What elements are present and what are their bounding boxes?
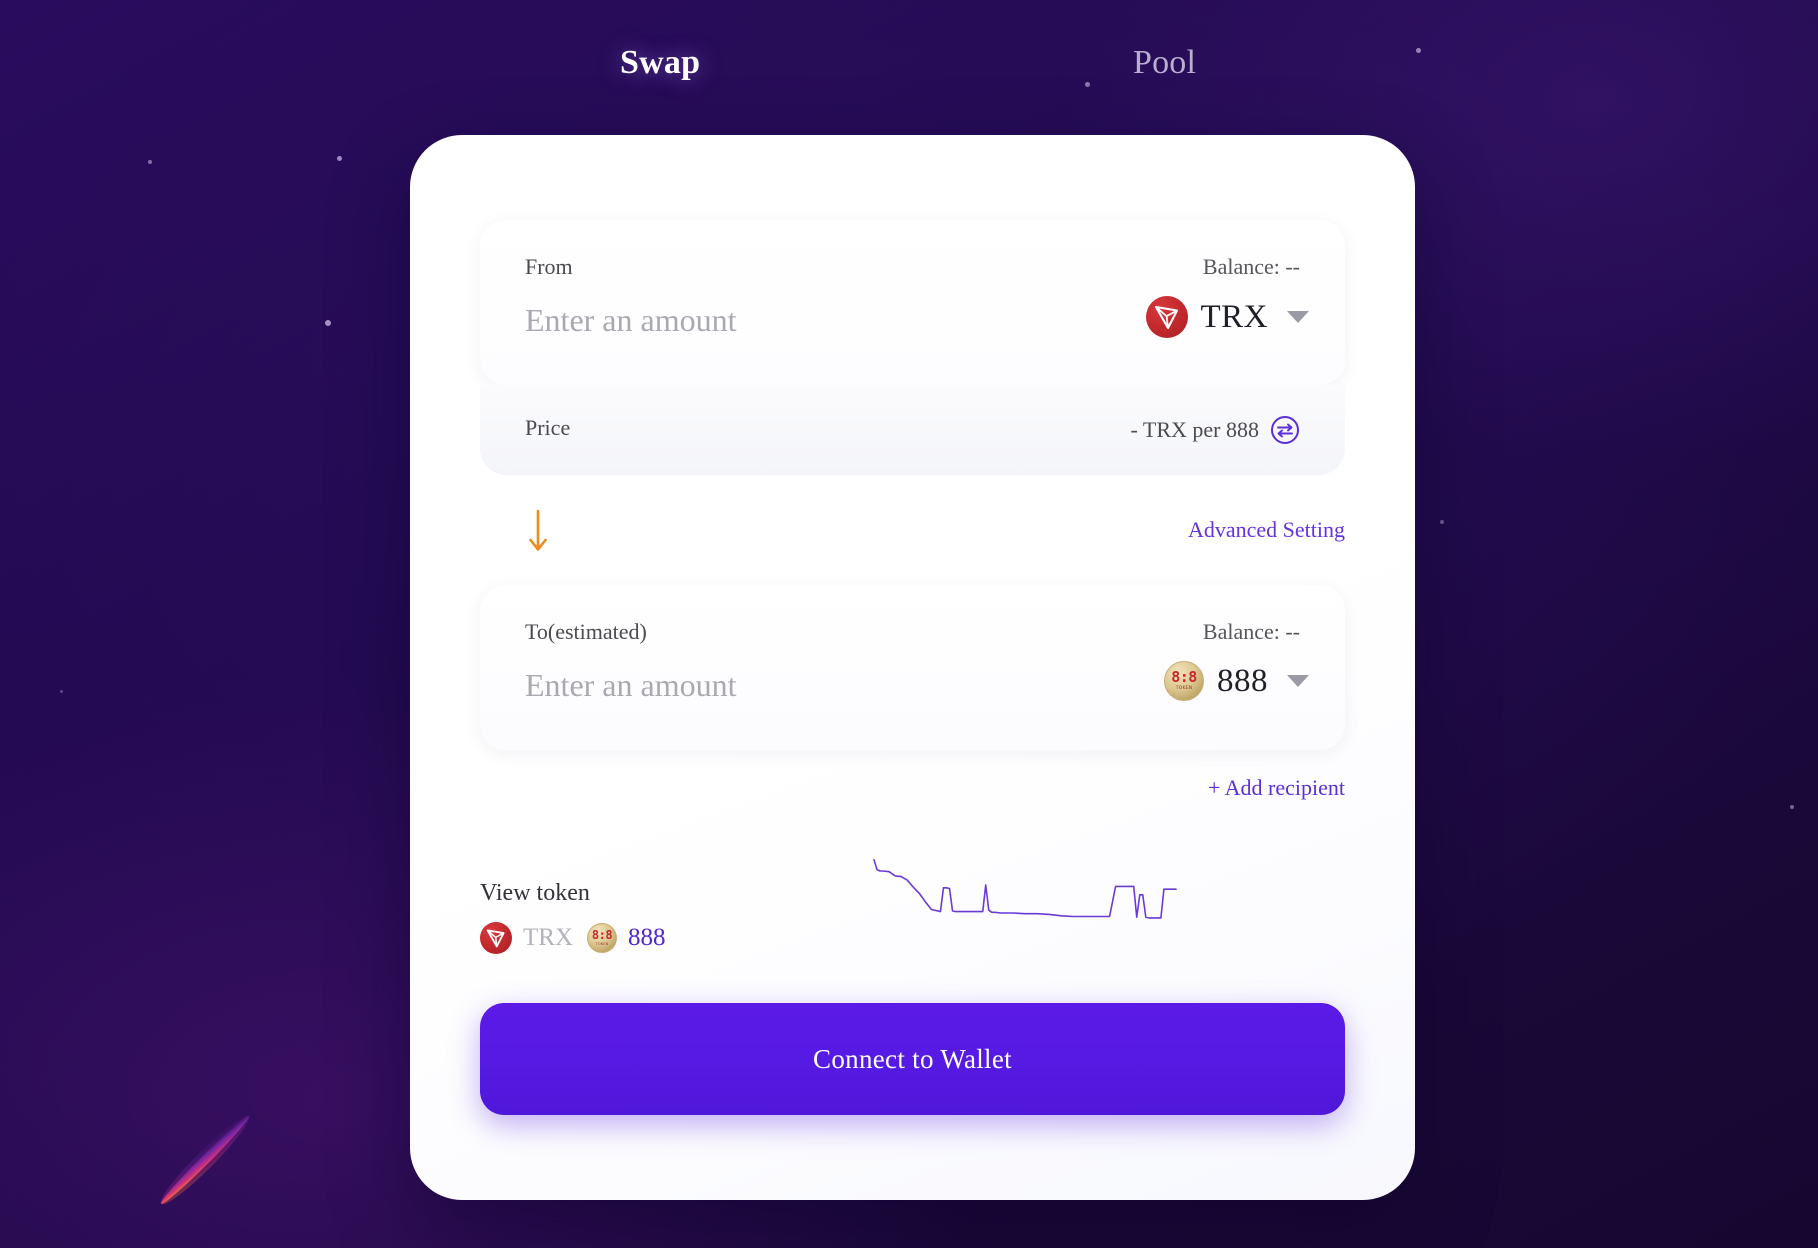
from-label: From [525,254,573,279]
view-token-chip-trx[interactable]: TRX [480,922,573,954]
tab-bar: Swap Pool [0,0,1818,120]
to-panel: To(estimated) Balance: -- 8:8TOKEN 888 [480,585,1345,750]
comet-streak-icon [160,1115,250,1205]
to-label: To(estimated) [525,619,647,644]
from-amount-input[interactable] [525,302,1025,339]
view-token-label-888: 888 [628,924,666,951]
advanced-setting-link[interactable]: Advanced Setting [1188,517,1345,543]
star-dot [1440,520,1444,524]
star-dot [60,690,63,693]
trx-coin-icon [480,922,512,954]
star-dot [148,160,152,164]
price-value-group: - TRX per 888 [1130,415,1300,445]
view-token-list: TRX 8:8 TOKEN 888 [480,922,666,954]
coin-888-icon: 8:8 TOKEN [587,923,617,953]
from-panel: From Balance: -- TRX [480,220,1345,385]
view-token-block: View token TRX 8:8 TOKEN 888 [480,880,666,954]
advanced-row: Advanced Setting [480,505,1345,565]
star-dot [1790,805,1794,809]
arrow-down-icon[interactable] [525,509,551,562]
add-recipient-link[interactable]: + Add recipient [1208,775,1345,801]
view-token-label-trx: TRX [523,924,573,951]
tab-swap[interactable]: Swap [620,44,700,82]
star-dot [325,320,331,326]
price-sparkline-chart [873,859,1177,919]
price-value: - TRX per 888 [1130,417,1259,442]
price-panel: Price - TRX per 888 [480,385,1345,475]
connect-to-wallet-button[interactable]: Connect to Wallet [480,1003,1345,1115]
from-balance: Balance: -- [1202,254,1300,279]
to-token-label: 888 [1217,662,1268,699]
coin-888-icon: 8:8 TOKEN [1164,661,1204,701]
view-token-title: View token [480,880,590,906]
view-token-chip-888[interactable]: 8:8 TOKEN 888 [587,923,666,953]
star-dot [337,156,342,161]
to-balance: Balance: -- [1202,619,1300,644]
from-token-label: TRX [1200,298,1268,335]
tab-pool[interactable]: Pool [1133,44,1196,82]
chevron-down-icon [1287,675,1309,687]
swap-card: From Balance: -- TRX Price - TRX per 888 [410,135,1415,1200]
trx-coin-icon [1145,296,1188,338]
exchange-arrows-icon[interactable] [1270,415,1300,445]
to-token-selector[interactable]: 8:8 TOKEN 888 [1164,661,1309,701]
chevron-down-icon [1287,311,1309,323]
from-token-selector[interactable]: TRX [1145,296,1309,338]
price-label: Price [525,415,571,440]
to-amount-input[interactable] [525,667,1025,704]
